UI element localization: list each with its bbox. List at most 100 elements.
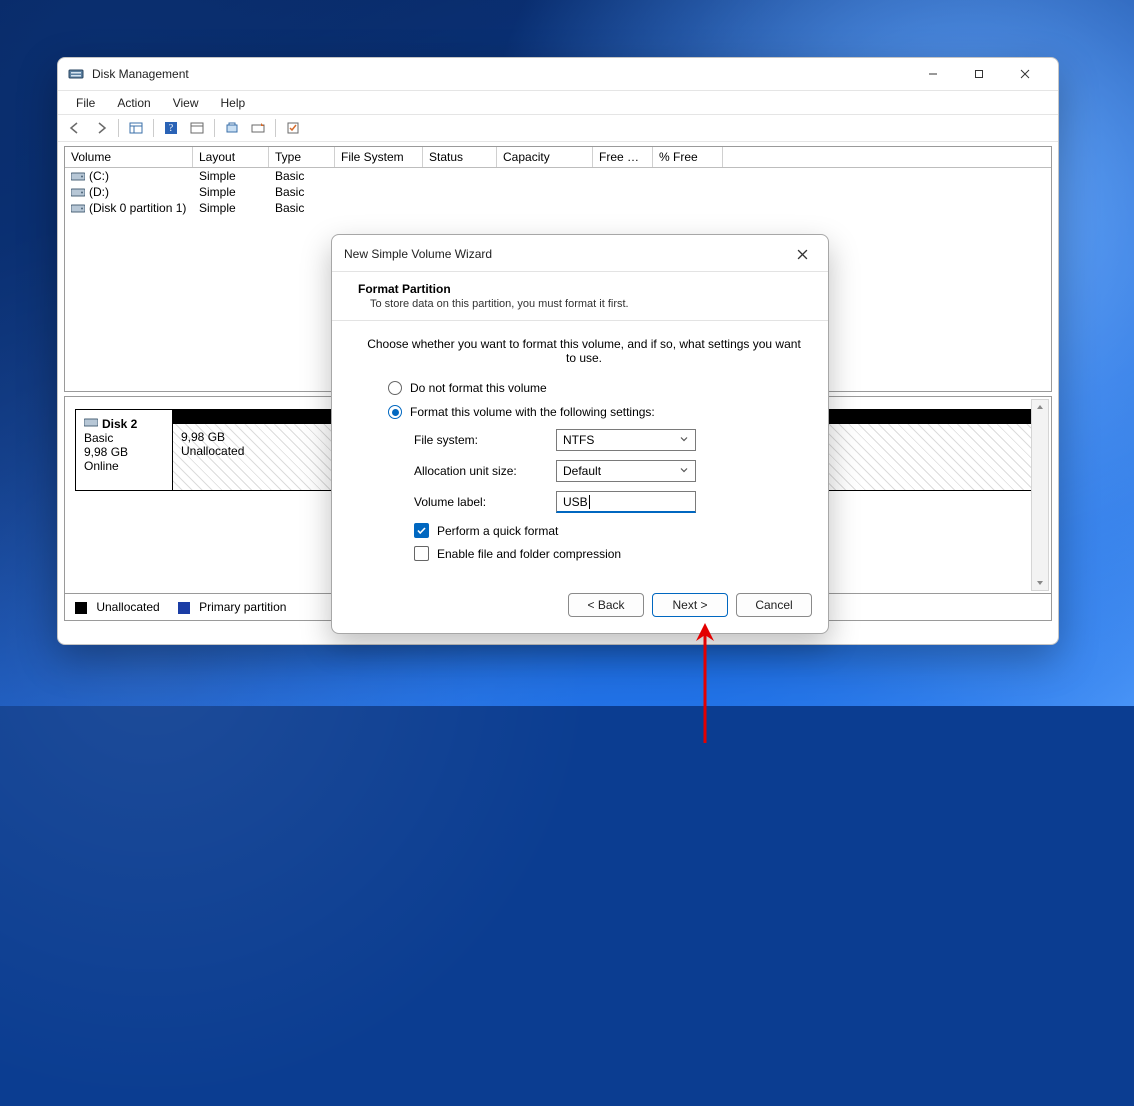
maximize-button[interactable] [956,58,1002,90]
drive-icon [71,186,85,198]
wizard-buttons: < Back Next > Cancel [332,573,828,633]
text-caret [589,495,590,509]
col-type[interactable]: Type [269,147,335,167]
wizard-title: New Simple Volume Wizard [344,247,492,261]
format-radio-group: Do not format this volume Format this vo… [388,381,802,419]
checkbox-icon [414,546,429,561]
help-button[interactable]: ? [160,117,182,139]
format-checkboxes: Perform a quick format Enable file and f… [414,523,802,561]
nav-forward-button[interactable] [90,117,112,139]
wizard-titlebar: New Simple Volume Wizard [332,235,828,271]
table-row[interactable]: (D:) Simple Basic [65,184,1051,200]
disk-management-icon [68,66,84,82]
wizard-intro: Choose whether you want to format this v… [366,337,802,365]
cell-layout: Simple [193,200,269,216]
col-filesystem[interactable]: File System [335,147,423,167]
col-freespace[interactable]: Free Spa... [593,147,653,167]
radio-icon [388,405,402,419]
disk-info: Disk 2 Basic 9,98 GB Online [75,409,172,491]
show-hide-tree-button[interactable] [125,117,147,139]
rescan-button[interactable] [247,117,269,139]
select-value: Default [563,464,601,478]
menu-file[interactable]: File [66,94,105,112]
chevron-down-icon [679,464,689,478]
swatch-primary [178,602,190,614]
close-button[interactable] [1002,58,1048,90]
minimize-button[interactable] [910,58,956,90]
col-pctfree[interactable]: % Free [653,147,723,167]
label-volume-label: Volume label: [414,495,550,509]
next-button[interactable]: Next > [652,593,728,617]
wizard-close-button[interactable] [788,243,816,265]
legend-unallocated-label: Unallocated [96,600,159,614]
volume-name: (Disk 0 partition 1) [89,201,186,215]
drive-icon [71,170,85,182]
file-system-select[interactable]: NTFS [556,429,696,451]
swatch-unallocated [75,602,87,614]
col-filler [723,147,1051,167]
menu-help[interactable]: Help [211,94,256,112]
legend-primary-label: Primary partition [199,600,286,614]
wizard-body: Choose whether you want to format this v… [332,321,828,573]
wizard-subheading: To store data on this partition, you mus… [370,298,808,310]
scroll-down-icon[interactable] [1033,576,1047,590]
legend-primary: Primary partition [178,600,287,614]
menu-bar: File Action View Help [58,90,1058,114]
checkbox-label: Perform a quick format [437,524,558,538]
cell-type: Basic [269,200,335,216]
scroll-up-icon[interactable] [1033,400,1047,414]
toolbar-separator [275,119,276,137]
col-status[interactable]: Status [423,147,497,167]
menu-view[interactable]: View [163,94,209,112]
checkbox-quick-format[interactable]: Perform a quick format [414,523,802,538]
window-title: Disk Management [92,67,189,81]
col-volume[interactable]: Volume [65,147,193,167]
table-row[interactable]: (C:) Simple Basic [65,168,1051,184]
select-value: NTFS [563,433,594,447]
drive-icon [71,202,85,214]
disk-icon [84,416,98,431]
disk-status: Online [84,459,164,473]
checkbox-icon [414,523,429,538]
disk-management-window: Disk Management File Action View Help [57,57,1059,645]
content-area: Volume Layout Type File System Status Ca… [58,142,1058,644]
disk-map-scrollbar[interactable] [1031,399,1049,591]
menu-action[interactable]: Action [107,94,160,112]
radio-label: Do not format this volume [410,381,547,395]
col-layout[interactable]: Layout [193,147,269,167]
input-value: USB [563,495,588,509]
table-row[interactable]: (Disk 0 partition 1) Simple Basic [65,200,1051,216]
radio-label: Format this volume with the following se… [410,405,655,419]
toolbar: ? [58,114,1058,142]
disk-type: Basic [84,431,164,445]
new-simple-volume-wizard: New Simple Volume Wizard Format Partitio… [331,234,829,634]
wizard-heading: Format Partition [358,282,808,296]
label-file-system: File system: [414,433,550,447]
checkbox-compression[interactable]: Enable file and folder compression [414,546,802,561]
radio-do-not-format[interactable]: Do not format this volume [388,381,802,395]
volume-label-input[interactable]: USB [556,491,696,513]
cell-layout: Simple [193,184,269,200]
nav-back-button[interactable] [64,117,86,139]
cell-type: Basic [269,168,335,184]
allocation-unit-size-select[interactable]: Default [556,460,696,482]
refresh-button[interactable] [221,117,243,139]
label-allocation-unit-size: Allocation unit size: [414,464,550,478]
volume-name: (C:) [89,169,109,183]
svg-text:?: ? [169,123,174,134]
back-button[interactable]: < Back [568,593,644,617]
checkbox-label: Enable file and folder compression [437,547,621,561]
volume-list-header: Volume Layout Type File System Status Ca… [65,147,1051,168]
col-capacity[interactable]: Capacity [497,147,593,167]
cell-type: Basic [269,184,335,200]
chevron-down-icon [679,433,689,447]
volume-name: (D:) [89,185,109,199]
cancel-button[interactable]: Cancel [736,593,812,617]
legend-unallocated: Unallocated [75,600,160,614]
properties-button[interactable] [282,117,304,139]
settings-button[interactable] [186,117,208,139]
wizard-header: Format Partition To store data on this p… [332,271,828,321]
cell-layout: Simple [193,168,269,184]
radio-icon [388,381,402,395]
radio-format-with-settings[interactable]: Format this volume with the following se… [388,405,802,419]
